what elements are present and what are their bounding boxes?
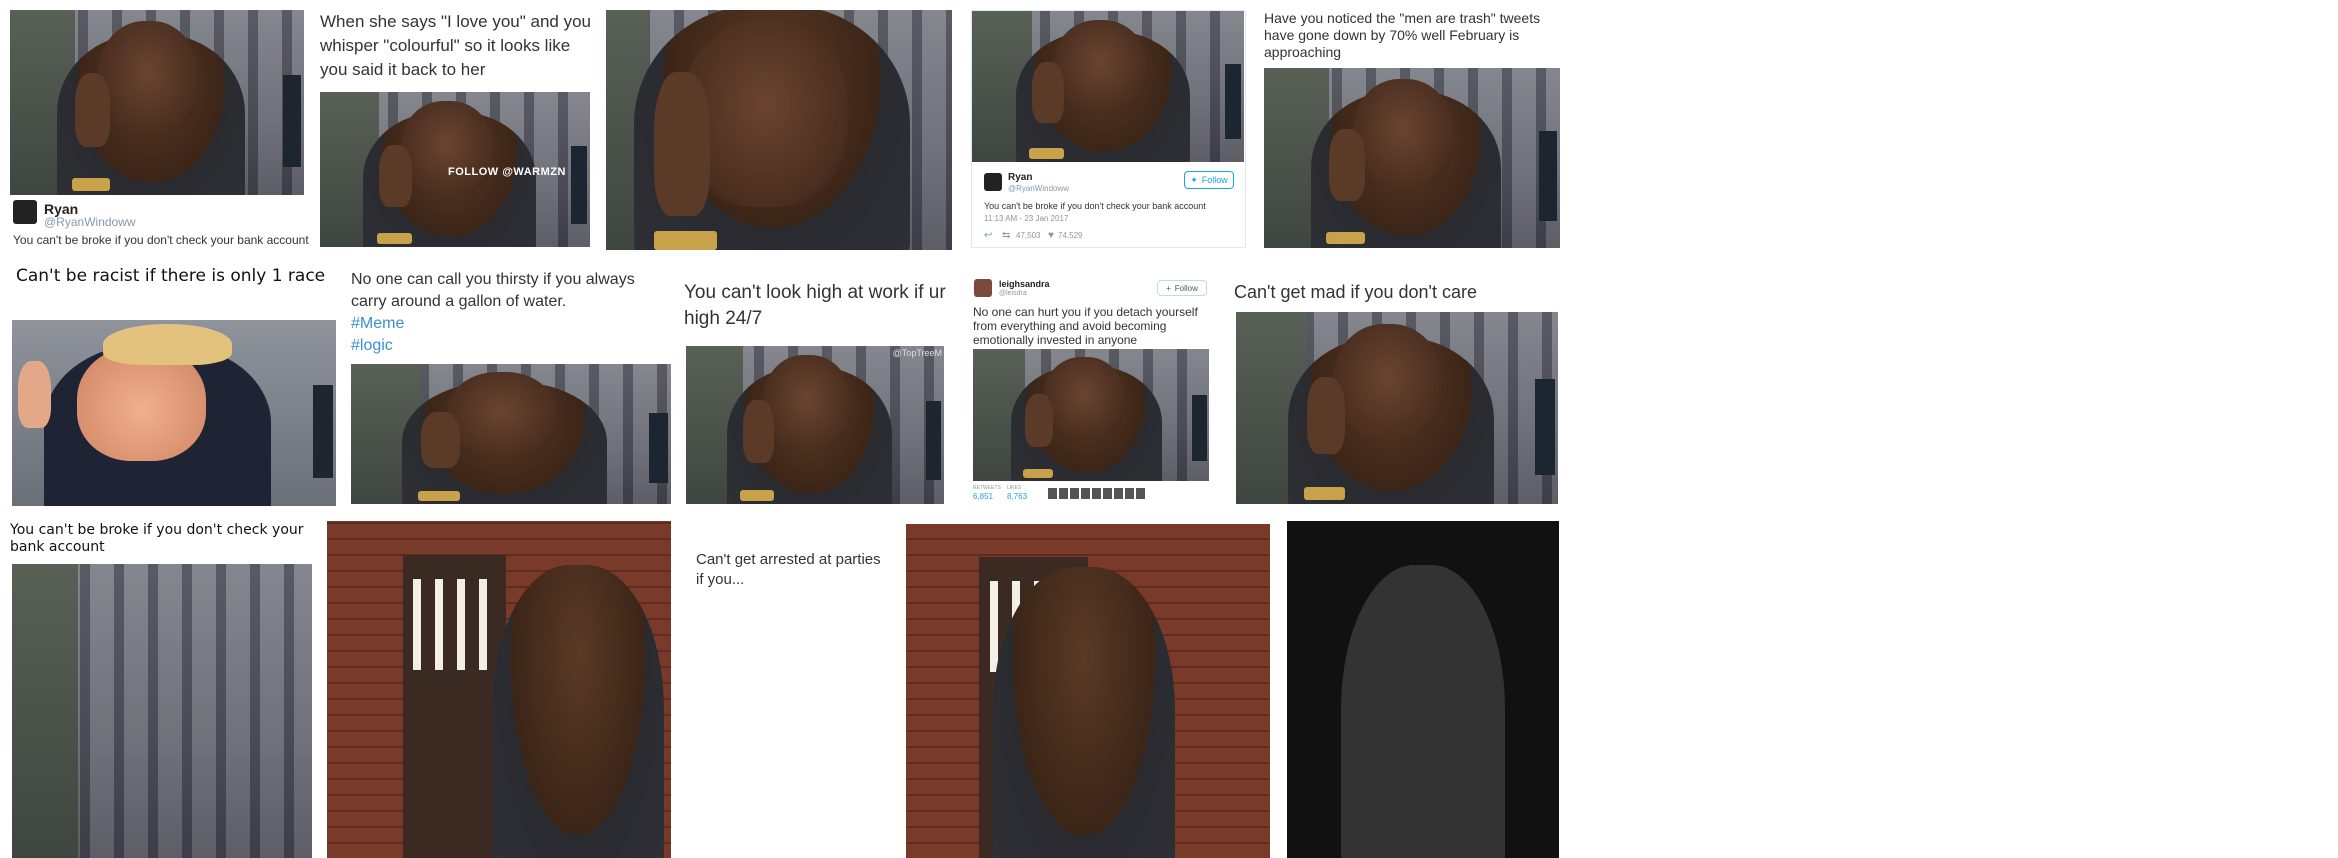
avatar xyxy=(13,200,37,224)
retweet-icon[interactable]: ⇆ xyxy=(1002,230,1010,241)
follow-button[interactable]: + Follow xyxy=(1157,280,1207,296)
meme-photo xyxy=(327,521,671,858)
avatar xyxy=(974,279,992,297)
meme-caption-line-1: No one can call you thirsty if you alway… xyxy=(351,271,635,288)
meme-photo xyxy=(1287,521,1559,858)
meme-tile-1[interactable]: Ryan @RyanWindoww You can't be broke if … xyxy=(10,10,310,250)
meme-photo xyxy=(973,349,1209,481)
meme-photo xyxy=(972,11,1244,162)
avatar xyxy=(984,173,1002,191)
meme-tile-3[interactable] xyxy=(606,10,952,250)
meme-tile-11[interactable]: You can't be broke if you don't check yo… xyxy=(10,522,316,858)
retweet-count: 6,851 xyxy=(973,492,994,501)
tweet-author-handle: @RyanWindoww xyxy=(44,215,136,229)
liker-avatars xyxy=(1048,488,1145,499)
meme-photo xyxy=(906,524,1270,858)
likes-label: LIKES xyxy=(1007,485,1022,491)
meme-tile-7[interactable]: No one can call you thirsty if you alway… xyxy=(348,268,674,506)
like-count: 74,529 xyxy=(1058,231,1083,240)
meme-caption: Have you noticed the "men are trash" twe… xyxy=(1264,10,1541,60)
follow-button[interactable]: ✦ Follow xyxy=(1184,171,1234,189)
meme-tile-13[interactable]: Can't get arrested at parties if you... xyxy=(694,550,894,858)
watermark: FOLLOW @WARMZN xyxy=(448,166,566,178)
meme-photo: @TopTreeM xyxy=(686,346,944,504)
meme-tile-10[interactable]: Can't get mad if you don't care xyxy=(1234,278,1562,506)
watermark: @TopTreeM xyxy=(892,348,942,358)
heart-icon[interactable]: ♥ xyxy=(1048,230,1054,241)
retweet-count: 47,503 xyxy=(1016,231,1041,240)
retweets-label: RETWEETS xyxy=(973,485,1001,491)
meme-tile-4[interactable]: Ryan @RyanWindoww ✦ Follow You can't be … xyxy=(971,10,1246,248)
meme-caption: You can't look high at work if ur high 2… xyxy=(684,282,946,329)
meme-tile-6[interactable]: Can't be racist if there is only 1 race xyxy=(10,262,338,506)
meme-caption-line-2: carry around a gallon of water. xyxy=(351,293,567,310)
tweet-author-name: Ryan xyxy=(1008,172,1033,183)
meme-caption: You can't be broke if you don't check yo… xyxy=(10,522,304,555)
meme-tile-2[interactable]: When she says "I love you" and you whisp… xyxy=(318,10,600,252)
tweet-timestamp: 11:13 AM - 23 Jan 2017 xyxy=(984,214,1069,223)
tweet-author-handle: @leisdra xyxy=(999,290,1027,297)
meme-tile-14[interactable] xyxy=(906,524,1270,858)
meme-tile-12[interactable] xyxy=(327,521,671,858)
reply-icon[interactable]: ↩ xyxy=(984,230,992,241)
tweet-text: No one can hurt you if you detach yourse… xyxy=(973,305,1198,347)
meme-tile-9[interactable]: leighsandra @leisdra + Follow No one can… xyxy=(971,275,1219,505)
meme-photo xyxy=(12,320,336,506)
tweet-text: You can't be broke if you don't check yo… xyxy=(13,233,309,247)
meme-tile-15[interactable] xyxy=(1287,521,1559,858)
meme-tile-5[interactable]: Have you noticed the "men are trash" twe… xyxy=(1262,10,1562,248)
like-count: 8,763 xyxy=(1007,492,1028,501)
add-user-icon: + xyxy=(1166,283,1171,293)
meme-caption: Can't get arrested at parties if you... xyxy=(696,551,881,588)
meme-photo xyxy=(12,564,312,858)
meme-photo xyxy=(1264,68,1560,248)
meme-photo xyxy=(10,10,304,195)
meme-photo xyxy=(1236,312,1558,504)
hashtag-link[interactable]: #logic xyxy=(351,334,393,357)
tweet-text: You can't be broke if you don't check yo… xyxy=(984,201,1206,211)
meme-caption: When she says "I love you" and you whisp… xyxy=(320,12,591,79)
meme-photo: FOLLOW @WARMZN xyxy=(320,92,590,247)
meme-caption: Can't get mad if you don't care xyxy=(1234,282,1478,302)
hashtag-link[interactable]: #Meme xyxy=(351,312,404,335)
tweet-author-handle: @RyanWindoww xyxy=(1008,184,1070,193)
meme-photo xyxy=(606,10,952,250)
meme-photo xyxy=(351,364,671,504)
twitter-bird-icon: ✦ xyxy=(1190,174,1198,185)
tweet-author-name: leighsandra xyxy=(999,279,1050,289)
meme-tile-8[interactable]: You can't look high at work if ur high 2… xyxy=(684,280,946,506)
meme-caption: Can't be racist if there is only 1 race xyxy=(16,266,326,286)
